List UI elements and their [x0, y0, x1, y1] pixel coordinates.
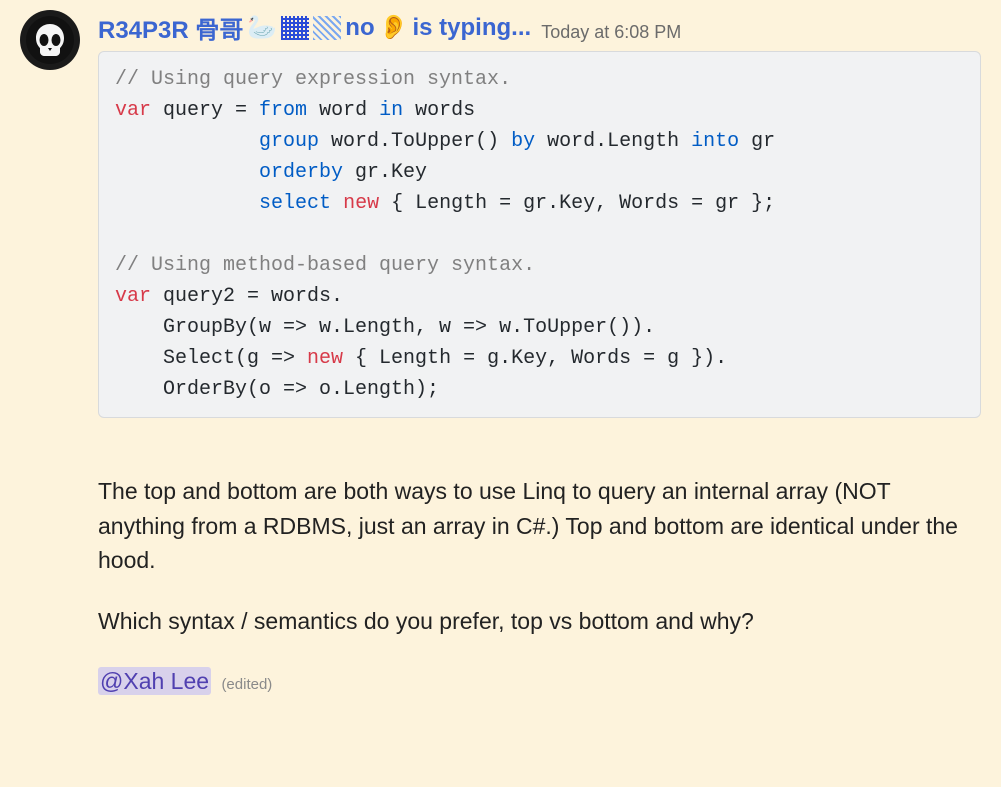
- code-kw: var: [115, 99, 151, 122]
- code-text: words: [403, 99, 475, 122]
- code-text: gr.Key: [343, 161, 427, 184]
- code-kw: orderby: [259, 161, 343, 184]
- code-kw: by: [511, 130, 535, 153]
- ear-icon: 👂: [379, 13, 409, 42]
- code-text: OrderBy(o => o.Length);: [115, 378, 439, 401]
- code-kw: var: [115, 285, 151, 308]
- username[interactable]: R34P3R 骨哥 🦢 no 👂 is typing...: [98, 10, 531, 45]
- code-block[interactable]: // Using query expression syntax. var qu…: [98, 51, 981, 418]
- code-text: [115, 192, 259, 215]
- code-kw: from: [259, 99, 307, 122]
- code-text: { Length = g.Key, Words = g }).: [343, 347, 727, 370]
- code-kw: new: [343, 192, 379, 215]
- skull-avatar-icon: [26, 16, 74, 64]
- texture-icon: [281, 16, 309, 40]
- timestamp: Today at 6:08 PM: [541, 22, 681, 43]
- code-text: word.Length: [535, 130, 691, 153]
- message-body: The top and bottom are both ways to use …: [98, 474, 981, 699]
- username-text: R34P3R 骨哥: [98, 10, 243, 45]
- code-kw: in: [379, 99, 403, 122]
- username-no: no: [345, 14, 374, 42]
- mention[interactable]: @Xah Lee: [98, 667, 211, 695]
- code-text: { Length = gr.Key, Words = gr };: [379, 192, 775, 215]
- paragraph-3: @Xah Lee (edited): [98, 664, 981, 699]
- swan-icon: 🦢: [247, 13, 277, 42]
- code-kw: into: [691, 130, 739, 153]
- edited-indicator: (edited): [221, 676, 272, 693]
- code-text: Select(g =>: [115, 347, 307, 370]
- username-typing: is typing...: [413, 14, 532, 42]
- chat-message: R34P3R 骨哥 🦢 no 👂 is typing... Today at 6…: [0, 0, 1001, 735]
- code-text: [115, 161, 259, 184]
- code-text: query2 = words.: [151, 285, 343, 308]
- paragraph-1: The top and bottom are both ways to use …: [98, 474, 981, 578]
- code-kw: new: [307, 347, 343, 370]
- paragraph-2: Which syntax / semantics do you prefer, …: [98, 604, 981, 639]
- code-text: gr: [739, 130, 775, 153]
- code-comment: // Using method-based query syntax.: [115, 254, 535, 277]
- code-text: [331, 192, 343, 215]
- texture2-icon: [313, 16, 341, 40]
- code-text: word.ToUpper(): [319, 130, 511, 153]
- code-kw: group: [259, 130, 319, 153]
- code-text: query =: [151, 99, 259, 122]
- code-text: GroupBy(w => w.Length, w => w.ToUpper())…: [115, 316, 655, 339]
- code-kw: select: [259, 192, 331, 215]
- code-comment: // Using query expression syntax.: [115, 68, 511, 91]
- message-content: R34P3R 骨哥 🦢 no 👂 is typing... Today at 6…: [98, 10, 981, 725]
- avatar[interactable]: [20, 10, 80, 70]
- code-text: word: [307, 99, 379, 122]
- message-header: R34P3R 骨哥 🦢 no 👂 is typing... Today at 6…: [98, 10, 981, 45]
- code-text: [115, 130, 259, 153]
